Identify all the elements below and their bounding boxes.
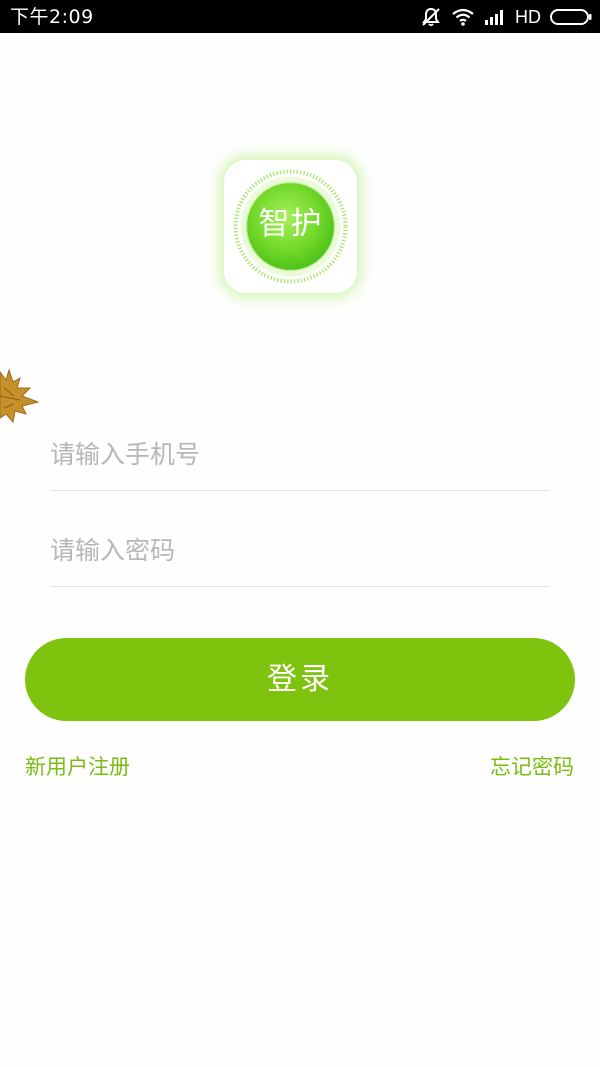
phone-field	[50, 430, 550, 491]
phone-input[interactable]	[50, 430, 550, 490]
network-type: HD	[515, 7, 541, 27]
register-link[interactable]: 新用户注册	[25, 753, 130, 781]
maple-leaf-icon	[0, 368, 40, 424]
login-screen: 下午2:09 HD 智护 请输入手机号 登录 新用户注册 忘记密码	[0, 0, 600, 1067]
status-time: 下午2:09	[10, 6, 94, 28]
status-bar: 下午2:09 HD	[0, 0, 600, 33]
forgot-password-link[interactable]: 忘记密码	[490, 753, 574, 781]
logo-text: 智护	[258, 206, 323, 242]
mute-icon	[422, 7, 440, 27]
status-icons: HD	[420, 5, 592, 29]
signal-icon	[485, 10, 503, 25]
password-input[interactable]	[50, 526, 550, 586]
login-button[interactable]: 登录	[25, 638, 575, 721]
battery-icon	[550, 9, 592, 25]
app-logo: 智护	[224, 160, 357, 293]
wifi-icon	[452, 8, 474, 26]
password-field	[50, 526, 550, 587]
